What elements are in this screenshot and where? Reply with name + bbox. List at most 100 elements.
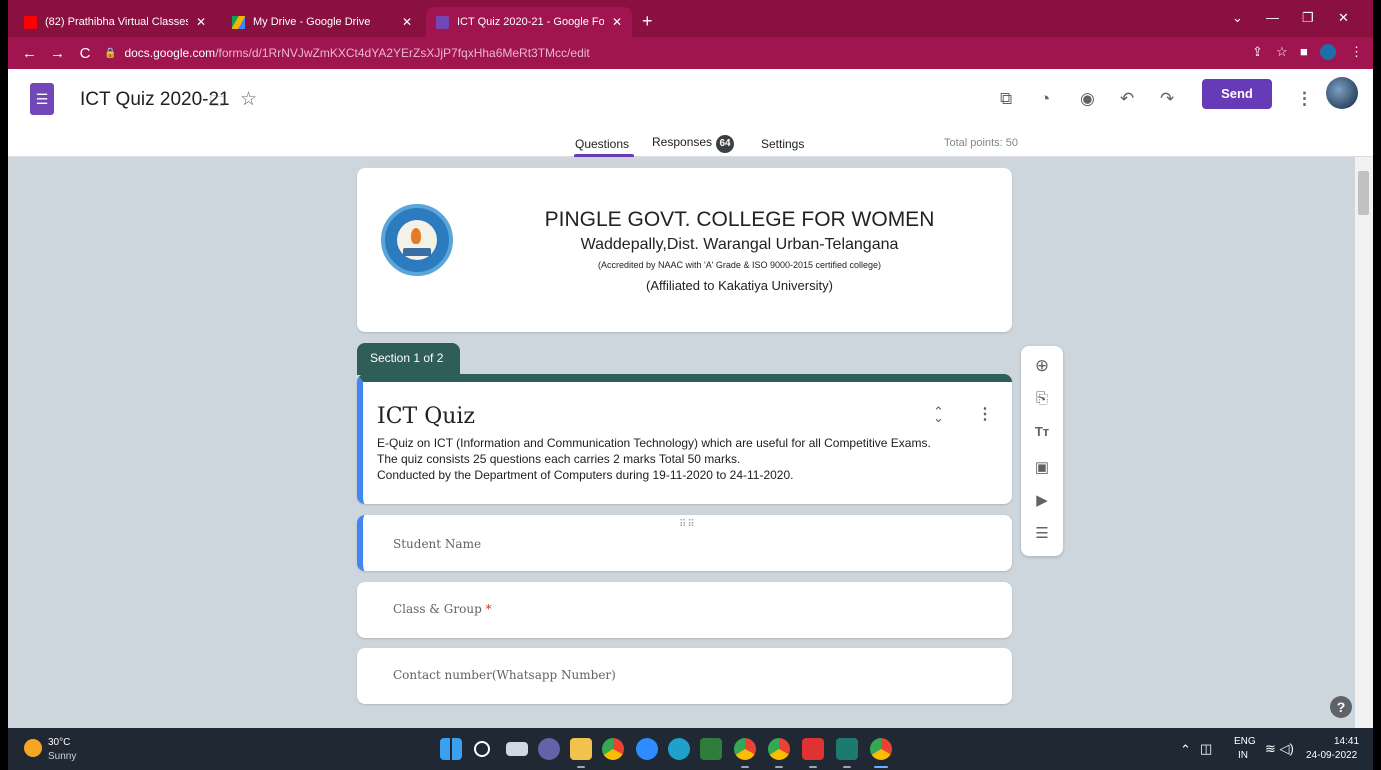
file-explorer-icon[interactable] [570,738,592,760]
youtube-icon [24,15,37,29]
chrome-icon[interactable] [602,738,624,760]
network-status-icon[interactable]: ◫ [1200,741,1212,757]
side-panel-icon[interactable]: ■ [1300,44,1308,59]
task-view-icon[interactable] [506,742,528,756]
palette-icon[interactable]: ◔ [1040,89,1050,109]
form-header-image-card[interactable]: PINGLE GOVT. COLLEGE FOR WOMEN Waddepall… [357,168,1012,332]
section-description-line[interactable]: Conducted by the Department of Computers… [377,468,793,482]
section-description-line[interactable]: E-Quiz on ICT (Information and Communica… [377,436,931,450]
form-title[interactable]: ICT Quiz 2020-21 [80,89,230,111]
send-button[interactable]: Send [1202,79,1272,109]
college-accreditation: (Accredited by NAAC with 'A' Grade & ISO… [597,260,882,270]
close-tab-icon[interactable]: ✕ [402,15,412,29]
search-icon[interactable] [474,741,490,757]
address-bar[interactable]: 🔒 docs.google.com /forms/d/1RrNVJwZmKXCt… [104,41,1354,65]
google-forms-icon [436,15,449,29]
restore-button[interactable]: ❐ [1302,10,1314,26]
drag-handle-icon[interactable]: ⠿⠿ [679,519,696,530]
close-tab-icon[interactable]: ✕ [196,15,206,29]
add-section-icon[interactable]: ☰ [1021,524,1063,542]
folder-icon[interactable]: 🗀 [210,91,225,116]
weather-sun-icon[interactable] [24,739,42,757]
scrollbar-thumb[interactable] [1358,171,1369,215]
zoom-icon[interactable] [636,738,658,760]
tab-responses-label: Responses [652,135,713,149]
redo-icon[interactable]: ↷ [1160,89,1174,109]
close-window-button[interactable]: ✕ [1338,10,1349,26]
weather-temperature[interactable]: 30°C [48,737,70,748]
question-card[interactable]: Class & Group * [357,582,1012,638]
customize-addon-icon[interactable]: ⧉ [1000,89,1012,109]
edge-icon[interactable] [668,738,690,760]
browser-tab-youtube[interactable]: (82) Prathibha Virtual Classes - Yo ✕ [14,7,216,37]
section-title[interactable]: ICT Quiz [377,404,475,429]
collapse-section-icon[interactable]: ⌃ ⌄ [933,404,944,436]
help-icon[interactable]: ? [1330,696,1352,718]
college-location: Waddepally,Dist. Warangal Urban-Telangan… [580,236,899,253]
scrollbar[interactable] [1355,157,1373,728]
question-text: Class & Group [393,602,482,616]
active-app-indicator [874,766,888,768]
chrome-profile-icon[interactable] [734,738,756,760]
language-indicator[interactable]: ENG [1234,736,1256,747]
browser-tab-forms[interactable]: ICT Quiz 2020-21 - Google Form ✕ [426,7,632,37]
clock-date[interactable]: 24-09-2022 [1306,750,1357,761]
new-tab-button[interactable]: + [642,12,653,30]
back-icon[interactable]: ← [22,45,37,62]
url-path: /forms/d/1RrNVJwZmKXCt4dYA2YErZsXJjP7fqx… [215,46,590,60]
wifi-volume-icon[interactable]: ≋ ◁) [1265,741,1294,757]
college-name: PINGLE GOVT. COLLEGE FOR WOMEN [544,208,935,231]
import-questions-icon[interactable]: ⎘ [1021,390,1063,407]
profile-icon[interactable] [1320,44,1336,60]
tab-settings[interactable]: Settings [761,137,804,151]
question-card[interactable]: Contact number(Whatsapp Number) [357,648,1012,704]
pdf-reader-icon[interactable] [802,738,824,760]
tab-responses[interactable]: Responses 64 [652,135,735,153]
chrome-profile-icon[interactable] [768,738,790,760]
tab-questions[interactable]: Questions [575,137,629,151]
section-tab: Section 1 of 2 [357,343,460,375]
reload-icon[interactable]: C [78,45,92,62]
browser-tab-drive[interactable]: My Drive - Google Drive ✕ [222,7,422,37]
add-image-icon[interactable]: ▣ [1021,458,1063,476]
add-question-icon[interactable]: ⊕ [1021,356,1063,376]
tab-search-icon[interactable]: ⌄ [1232,10,1243,26]
language-region[interactable]: IN [1238,750,1248,761]
google-forms-logo-icon[interactable]: ☰ [30,83,54,115]
clock-time[interactable]: 14:41 [1334,736,1359,747]
browser-tab-strip: (82) Prathibha Virtual Classes - Yo ✕ My… [8,0,1373,37]
bookmark-star-icon[interactable]: ☆ [1276,44,1288,60]
teams-chat-icon[interactable] [538,738,560,760]
active-app-indicator [741,766,749,768]
preview-eye-icon[interactable]: ◉ [1080,89,1095,109]
add-video-icon[interactable]: ▶ [1021,491,1063,509]
forms-header: ☰ ICT Quiz 2020-21 🗀 ☆ ⧉ ◔ ◉ ↶ ↷ Send ⋮ … [8,69,1373,157]
floating-toolbar: ⊕ ⎘ Tт ▣ ▶ ☰ [1021,346,1063,556]
more-options-icon[interactable]: ⋮ [1296,89,1313,109]
browser-menu-icon[interactable]: ⋮ [1350,44,1363,60]
spreadsheet-app-icon[interactable] [700,738,722,760]
question-text: Contact number(Whatsapp Number) [393,668,616,682]
section-card[interactable]: ICT Quiz E-Quiz on ICT (Information and … [357,374,1012,504]
college-affiliation: (Affiliated to Kakatiya University) [646,278,833,293]
windows-start-icon[interactable] [440,738,462,760]
close-tab-icon[interactable]: ✕ [612,15,622,29]
add-title-icon[interactable]: Tт [1021,424,1063,439]
active-app-indicator [775,766,783,768]
share-icon[interactable]: ⇪ [1252,44,1263,60]
tab-title: (82) Prathibha Virtual Classes - Yo [45,16,188,28]
minimize-button[interactable]: — [1266,10,1279,25]
chrome-profile-icon[interactable] [870,738,892,760]
section-more-icon[interactable]: ⋮ [977,404,993,424]
undo-icon[interactable]: ↶ [1120,89,1134,109]
forward-icon[interactable]: → [50,45,65,62]
weather-condition[interactable]: Sunny [48,751,76,762]
active-tab-indicator [574,154,634,157]
avatar[interactable] [1326,77,1358,109]
question-card[interactable]: ⠿⠿ Student Name [357,515,1012,571]
star-icon[interactable]: ☆ [240,88,257,111]
tray-overflow-icon[interactable]: ⌃ [1180,742,1191,758]
publisher-app-icon[interactable] [836,738,858,760]
section-description-line[interactable]: The quiz consists 25 questions each carr… [377,452,740,466]
required-asterisk: * [485,602,492,616]
